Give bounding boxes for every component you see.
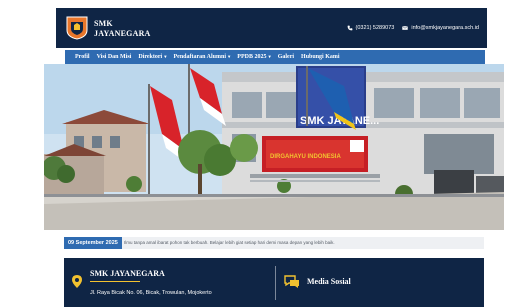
chevron-down-icon: ▾ [164, 54, 167, 59]
brand-name[interactable]: SMK JAYANEGARA [94, 19, 151, 39]
map-pin-icon [72, 275, 82, 288]
nav-item-direktori[interactable]: Direktori ▾ [138, 54, 166, 60]
footer-social-title: Media Sosial [307, 277, 351, 286]
nav-item-profil[interactable]: Profil [75, 54, 90, 60]
email-link[interactable]: info@smkjayanegara.sch.id [402, 23, 479, 33]
contact-info: (0321) 5289073 info@smkjayanegara.sch.id [347, 23, 479, 33]
phone-number: (0321) 5289073 [355, 25, 395, 31]
brand-line-2: JAYANEGARA [94, 29, 151, 38]
phone-icon [347, 25, 352, 31]
nav-label: Pendaftaran Alumni [173, 54, 227, 60]
nav-label: Direktori [138, 54, 163, 60]
nav-label: Galeri [277, 54, 295, 60]
footer-divider [275, 266, 276, 300]
nav-label: Profil [75, 54, 90, 60]
nav-label: PPDB 2025 [237, 54, 267, 60]
nav-item-visi-misi[interactable]: Visi Dan Misi [97, 54, 132, 60]
nav-label: Hubungi Kami [301, 54, 340, 60]
banner-text: DIRGAHAYU INDONESIA [270, 154, 341, 160]
nav-item-hubungi-kami[interactable]: Hubungi Kami [301, 54, 340, 60]
brand-line-1: SMK [94, 19, 113, 28]
school-building-photo: SMK JAYANE... DIRGAHAYU INDONESIA [44, 64, 504, 230]
chevron-down-icon: ▾ [268, 54, 271, 59]
nav-label: Visi Dan Misi [96, 54, 132, 60]
hero-photo: SMK JAYANE... DIRGAHAYU INDONESIA [44, 64, 504, 230]
school-logo-icon[interactable] [66, 16, 88, 40]
email-address: info@smkjayanegara.sch.id [411, 25, 479, 31]
phone-link[interactable]: (0321) 5289073 [347, 23, 395, 33]
envelope-icon [402, 26, 409, 30]
site-header: SMK JAYANEGARA (0321) 5289073 info@smkja… [56, 8, 487, 48]
ticker-date: 09 September 2025 [64, 237, 122, 249]
chat-bubbles-icon [284, 275, 299, 288]
nav-item-pendaftaran-alumni[interactable]: Pendaftaran Alumni ▾ [174, 54, 231, 60]
nav-item-ppdb[interactable]: PPDB 2025 ▾ [237, 54, 270, 60]
ticker-text[interactable]: Ilmu tanpa amal ibarat pohon tak berbuah… [124, 237, 335, 249]
footer-accent-line [90, 281, 140, 282]
site-footer: SMK JAYANEGARA Jl. Raya Bicak No. 06, Bi… [64, 258, 484, 307]
footer-school-name: SMK JAYANEGARA [90, 269, 165, 278]
main-navbar: Profil Visi Dan Misi Direktori ▾ Pendafta… [65, 50, 485, 64]
chevron-down-icon: ▾ [228, 54, 231, 59]
news-ticker: 09 September 2025 Ilmu tanpa amal ibarat… [64, 237, 484, 249]
footer-address: Jl. Raya Bicak No. 06, Bicak, Trowulan, … [90, 290, 212, 296]
nav-item-galeri[interactable]: Galeri [278, 54, 294, 60]
